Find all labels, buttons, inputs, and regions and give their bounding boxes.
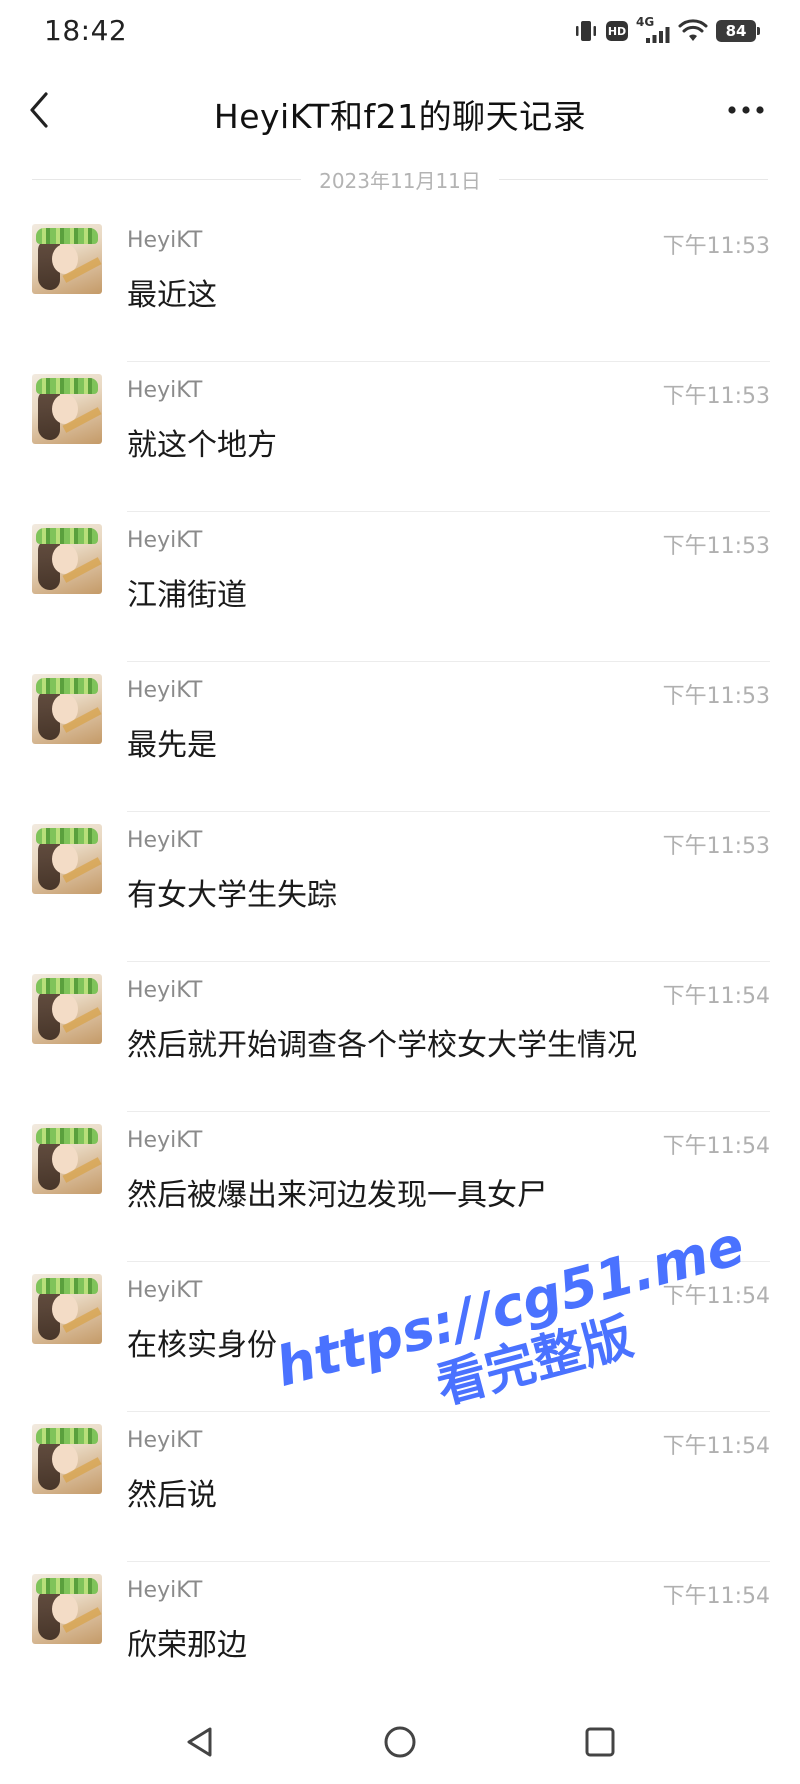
message-text: 在核实身份 bbox=[127, 1328, 277, 1363]
cellular-signal-icon: 4G bbox=[636, 15, 670, 45]
message-item[interactable]: HeyiKT 下午11:53 最近这 bbox=[0, 212, 800, 362]
avatar[interactable] bbox=[32, 1424, 102, 1494]
message-text: 江浦街道 bbox=[127, 578, 247, 613]
message-text: 然后说 bbox=[127, 1478, 217, 1513]
message-item[interactable]: HeyiKT 下午11:53 有女大学生失踪 bbox=[0, 812, 800, 962]
vibrate-icon bbox=[576, 21, 596, 41]
message-time: 下午11:53 bbox=[662, 234, 770, 259]
message-item[interactable]: HeyiKT 下午11:54 然后就开始调查各个学校女大学生情况 bbox=[0, 962, 800, 1112]
status-bar: 18:42 HD 4G 84 bbox=[0, 0, 800, 62]
date-label: 2023年11月11日 bbox=[319, 168, 481, 193]
sender-name: HeyiKT bbox=[127, 228, 203, 253]
sender-name: HeyiKT bbox=[127, 378, 203, 403]
avatar[interactable] bbox=[32, 824, 102, 894]
system-navigation-bar bbox=[0, 1704, 800, 1784]
page-title: HeyiKT和f21的聊天记录 bbox=[213, 97, 587, 136]
avatar[interactable] bbox=[32, 224, 102, 294]
message-text: 欣荣那边 bbox=[127, 1628, 247, 1663]
signal-bars-icon bbox=[646, 27, 670, 43]
avatar[interactable] bbox=[32, 674, 102, 744]
message-text: 然后被爆出来河边发现一具女尸 bbox=[127, 1178, 547, 1213]
navigation-bar: HeyiKT和f21的聊天记录 bbox=[0, 70, 800, 152]
message-item[interactable]: HeyiKT 下午11:53 就这个地方 bbox=[0, 362, 800, 512]
nav-back-triangle-icon[interactable] bbox=[180, 1722, 220, 1762]
message-text: 最先是 bbox=[127, 728, 217, 763]
message-time: 下午11:53 bbox=[662, 534, 770, 559]
message-time: 下午11:54 bbox=[662, 1284, 770, 1309]
date-divider: 2023年11月11日 bbox=[32, 164, 769, 194]
chat-history-screen: 18:42 HD 4G 84 HeyiKT和f21的聊天记录 2023年11月1… bbox=[0, 0, 800, 1784]
sender-name: HeyiKT bbox=[127, 1128, 203, 1153]
message-time: 下午11:54 bbox=[662, 1134, 770, 1159]
message-text: 就这个地方 bbox=[127, 428, 277, 463]
sender-name: HeyiKT bbox=[127, 1278, 203, 1303]
nav-recents-square-icon[interactable] bbox=[580, 1722, 620, 1762]
status-icons: HD 4G 84 bbox=[574, 15, 760, 46]
message-time: 下午11:54 bbox=[662, 1434, 770, 1459]
divider-line bbox=[498, 178, 769, 180]
avatar[interactable] bbox=[32, 1124, 102, 1194]
nav-home-circle-icon[interactable] bbox=[380, 1722, 420, 1762]
avatar[interactable] bbox=[32, 974, 102, 1044]
sender-name: HeyiKT bbox=[127, 978, 203, 1003]
battery-icon: 84 bbox=[716, 20, 760, 42]
hd-icon: HD bbox=[606, 21, 628, 41]
message-item[interactable]: HeyiKT 下午11:53 江浦街道 bbox=[0, 512, 800, 662]
message-time: 下午11:54 bbox=[662, 984, 770, 1009]
avatar[interactable] bbox=[32, 374, 102, 444]
message-item[interactable]: HeyiKT 下午11:54 然后说 bbox=[0, 1412, 800, 1562]
message-time: 下午11:54 bbox=[662, 1584, 770, 1609]
message-text: 然后就开始调查各个学校女大学生情况 bbox=[127, 1028, 637, 1063]
message-time: 下午11:53 bbox=[662, 684, 770, 709]
avatar[interactable] bbox=[32, 1274, 102, 1344]
message-item[interactable]: HeyiKT 下午11:54 在核实身份 bbox=[0, 1262, 800, 1412]
message-time: 下午11:53 bbox=[662, 384, 770, 409]
message-item[interactable]: HeyiKT 下午11:54 然后被爆出来河边发现一具女尸 bbox=[0, 1112, 800, 1262]
message-item[interactable]: HeyiKT 下午11:54 欣荣那边 bbox=[0, 1562, 800, 1712]
status-time: 18:42 bbox=[44, 14, 128, 47]
sender-name: HeyiKT bbox=[127, 528, 203, 553]
sender-name: HeyiKT bbox=[127, 828, 203, 853]
message-time: 下午11:53 bbox=[662, 834, 770, 859]
message-text: 有女大学生失踪 bbox=[127, 878, 337, 913]
wifi-icon bbox=[678, 19, 708, 41]
more-options-icon[interactable] bbox=[722, 98, 770, 122]
sender-name: HeyiKT bbox=[127, 678, 203, 703]
message-list: HeyiKT 下午11:53 最近这 HeyiKT 下午11:53 就这个地方 … bbox=[0, 212, 800, 1712]
message-item[interactable]: HeyiKT 下午11:53 最先是 bbox=[0, 662, 800, 812]
message-text: 最近这 bbox=[127, 278, 217, 313]
sender-name: HeyiKT bbox=[127, 1428, 203, 1453]
avatar[interactable] bbox=[32, 524, 102, 594]
sender-name: HeyiKT bbox=[127, 1578, 203, 1603]
avatar[interactable] bbox=[32, 1574, 102, 1644]
divider-line bbox=[32, 178, 302, 180]
